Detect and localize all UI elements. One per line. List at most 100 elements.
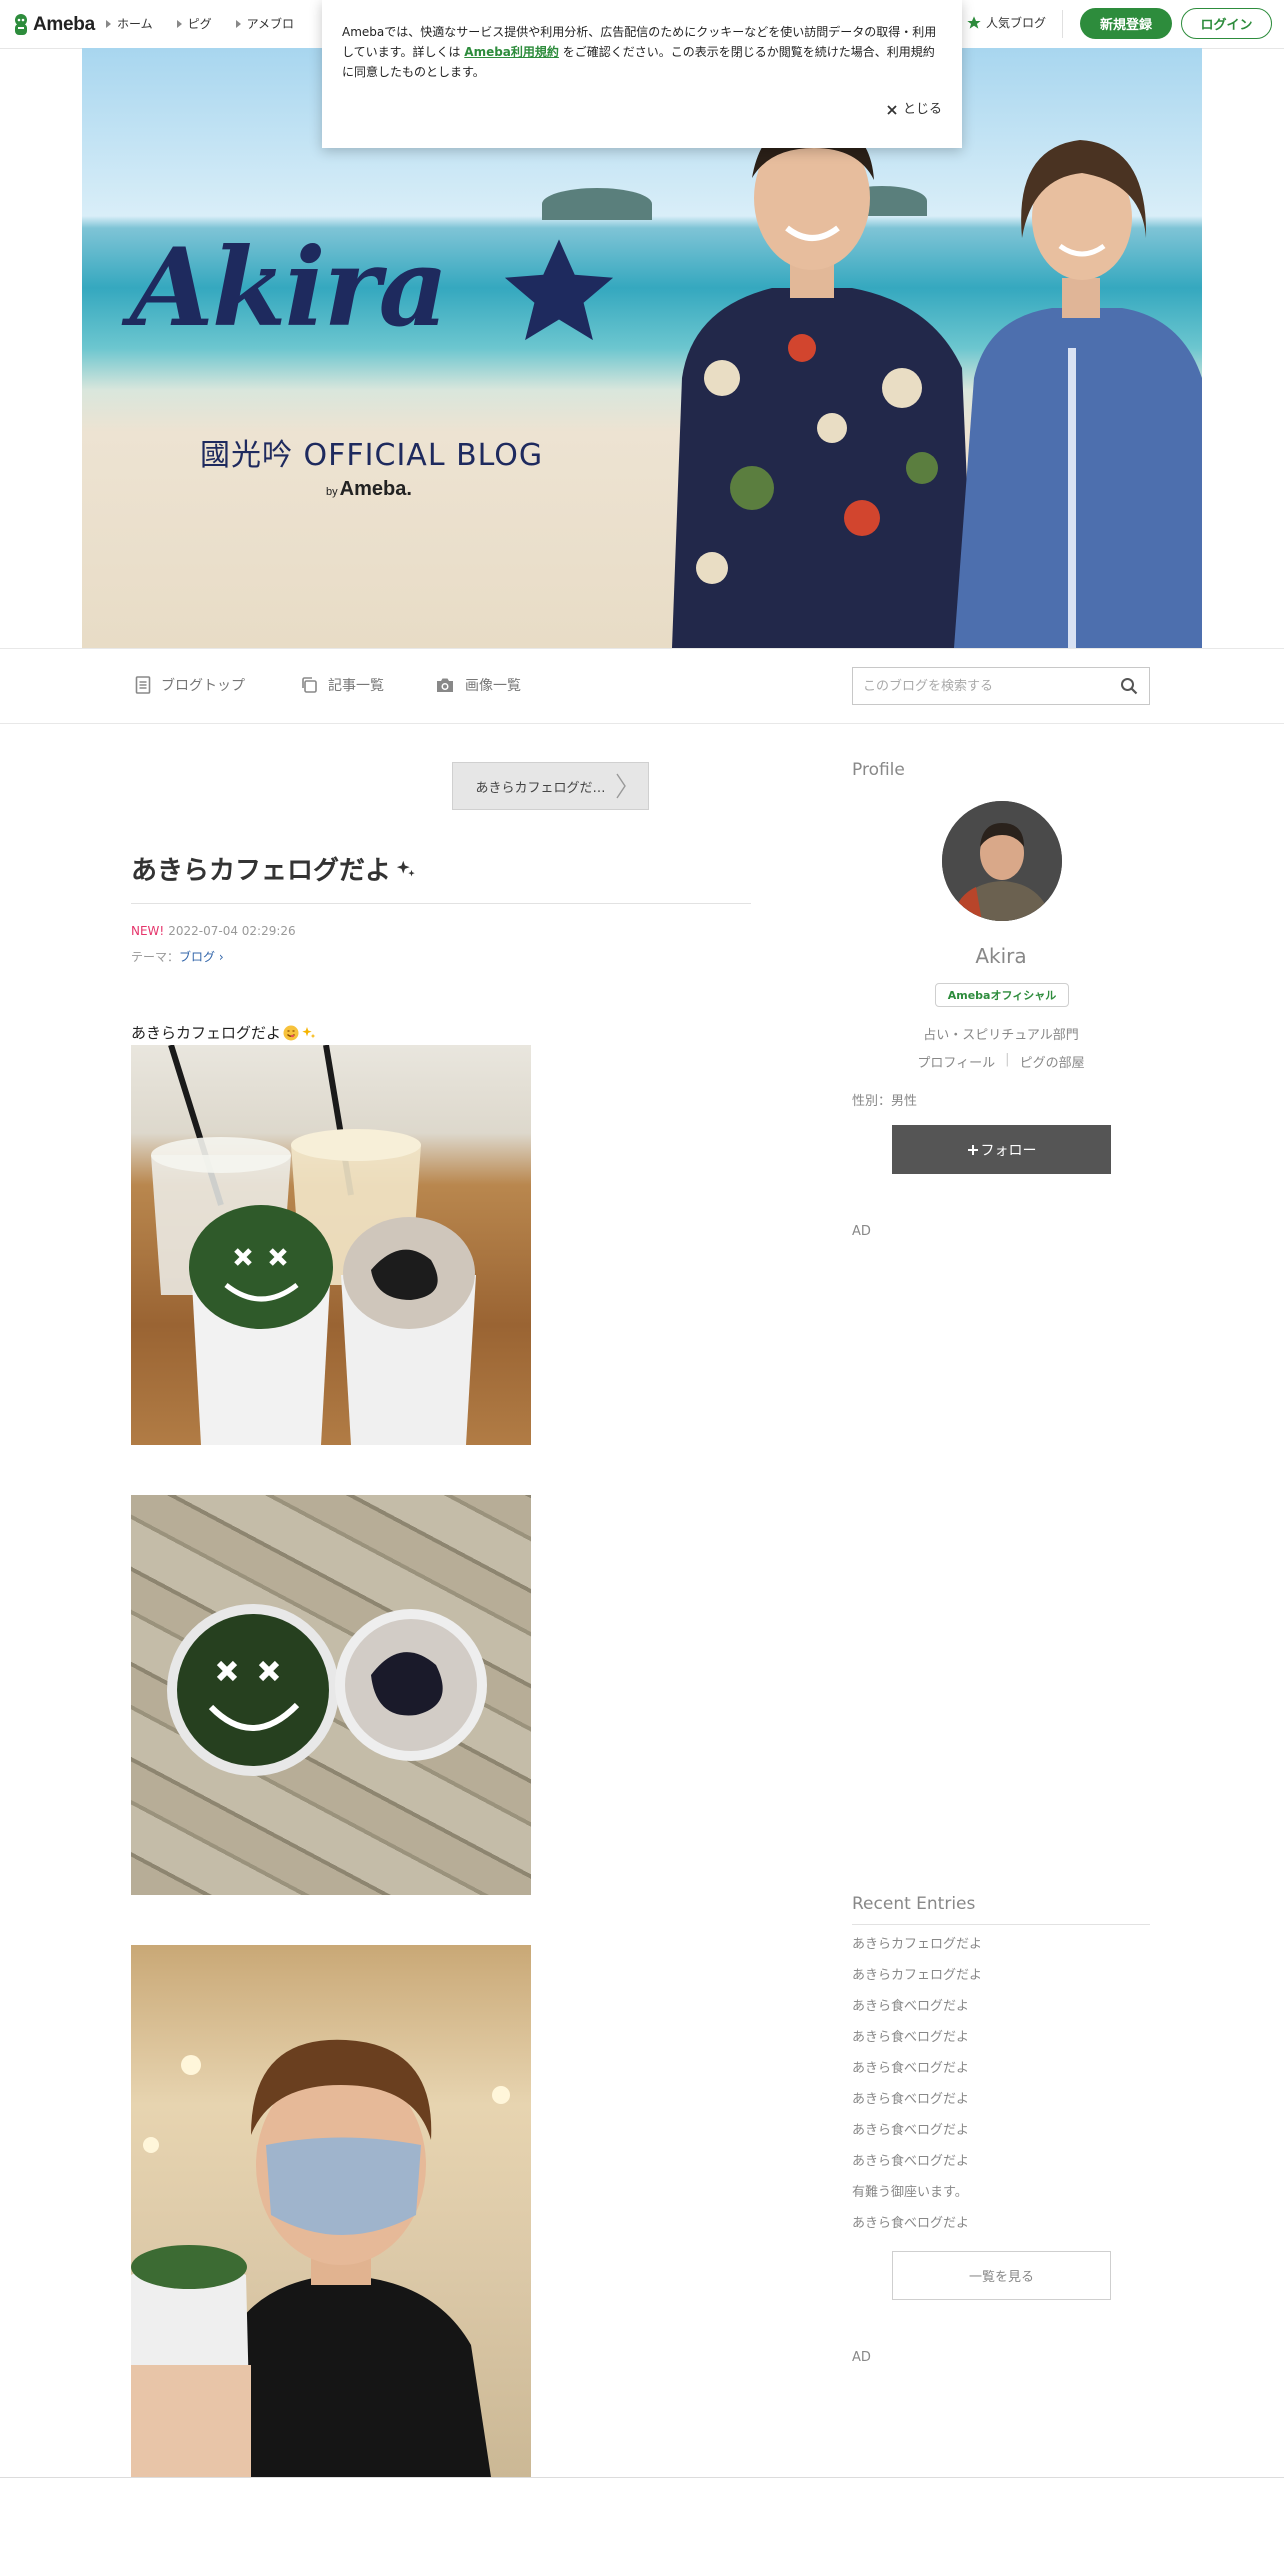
list-item[interactable]: あきら食べログだよ xyxy=(852,2121,982,2152)
previous-entry-button[interactable]: あきらカフェログだ… xyxy=(452,762,649,810)
nav-entry-list-label: 記事一覧 xyxy=(328,678,384,694)
list-item[interactable]: あきらカフェログだよ xyxy=(852,1966,982,1997)
article-title-text: あきらカフェログだよ xyxy=(131,856,392,886)
cookie-close-button[interactable]: とじる xyxy=(887,100,942,120)
recent-entries-list: あきらカフェログだよ あきらカフェログだよ あきら食べログだよ あきら食べログだ… xyxy=(852,1935,982,2245)
recent-entry-title: あきらカフェログだよ xyxy=(852,1937,983,1952)
profile-name: Akira xyxy=(975,944,1027,968)
cookie-close-label: とじる xyxy=(902,102,942,117)
ameba-logo[interactable]: Ameba xyxy=(12,12,95,38)
list-item[interactable]: あきら食べログだよ xyxy=(852,2214,982,2245)
yummy-face-emoji-icon xyxy=(283,1025,299,1040)
nav-image-list[interactable]: 画像一覧 xyxy=(435,675,521,695)
recent-entry-title: あきら食べログだよ xyxy=(852,2123,970,2138)
follow-label: フォロー xyxy=(980,1142,1037,1159)
nav-ameblo[interactable]: アメブロ xyxy=(235,15,294,32)
header-divider xyxy=(1062,10,1063,38)
copy-icon xyxy=(302,677,317,693)
article-meta: NEW! 2022-07-04 02:29:26 xyxy=(131,924,296,938)
article-photo-2[interactable] xyxy=(131,1495,531,1895)
nav-home[interactable]: ホーム xyxy=(106,15,153,32)
nav-image-list-label: 画像一覧 xyxy=(465,678,521,694)
article-body-text: あきらカフェログだよ xyxy=(131,1022,317,1043)
sparkles-emoji-icon xyxy=(302,1026,316,1038)
banner-logo: Akira 國光吟 OFFICIAL BLOG by Ameba. xyxy=(130,228,614,500)
list-item[interactable]: あきら食べログだよ xyxy=(852,2028,982,2059)
nav-pigg-label: ピグ xyxy=(187,17,212,31)
cups-photo-illustration xyxy=(151,1045,476,1445)
register-button[interactable]: 新規登録 xyxy=(1080,8,1172,39)
profile-gender: 性別：男性 xyxy=(852,1094,918,1109)
list-item[interactable]: あきら食べログだよ xyxy=(852,2152,982,2183)
recent-entry-title: あきら食べログだよ xyxy=(852,1999,970,2014)
profile-links: プロフィール | ピグの部屋 xyxy=(852,1052,1150,1071)
star-icon xyxy=(504,239,614,341)
search-button[interactable] xyxy=(1109,668,1149,704)
view-all-entries-button[interactable]: 一覧を見る xyxy=(892,2251,1111,2300)
article-photo-3[interactable] xyxy=(131,1945,531,2477)
previous-entry-label: あきらカフェログだ… xyxy=(475,780,606,796)
profile-link[interactable]: プロフィール xyxy=(917,1052,995,1071)
recent-entry-title: あきら食べログだよ xyxy=(852,2216,970,2231)
recent-entry-title: あきら食べログだよ xyxy=(852,2061,970,2076)
official-badge: Amebaオフィシャル xyxy=(935,983,1069,1007)
terms-link[interactable]: Ameba利用規約 xyxy=(464,45,559,59)
close-icon xyxy=(887,105,897,115)
blog-nav-bar: ブログトップ 記事一覧 画像一覧 xyxy=(0,648,1284,724)
search-icon xyxy=(1121,678,1138,695)
login-button[interactable]: ログイン xyxy=(1181,8,1272,39)
nav-blog-top-label: ブログトップ xyxy=(161,678,245,694)
follow-button[interactable]: フォロー xyxy=(892,1125,1111,1174)
list-item[interactable]: あきら食べログだよ xyxy=(852,2059,982,2090)
recent-entry-title: 有難う御座います。 xyxy=(852,2185,968,2200)
star-icon xyxy=(967,15,981,29)
cookie-message: Amebaでは、快適なサービス提供や利用分析、広告配信のためにクッキーなどを使い… xyxy=(342,22,942,82)
article-photo-1[interactable] xyxy=(131,1045,531,1445)
article-title: あきらカフェログだよ xyxy=(131,850,417,887)
profile-category-link[interactable]: 占い・スピリチュアル部門 xyxy=(852,1024,1150,1043)
caret-right-icon xyxy=(235,19,241,28)
recent-entry-title: あきら食べログだよ xyxy=(852,2092,970,2107)
list-item[interactable]: 有難う御座います。 xyxy=(852,2183,982,2214)
nav-blog-top[interactable]: ブログトップ xyxy=(135,675,245,695)
footer-divider xyxy=(0,2477,1284,2478)
banner-by-ameba: by Ameba. xyxy=(326,478,412,501)
caret-right-icon xyxy=(176,19,182,28)
popular-blog-label: 人気ブログ xyxy=(986,16,1047,30)
recent-entries-heading: Recent Entries xyxy=(852,1894,976,1914)
list-item[interactable]: あきら食べログだよ xyxy=(852,2090,982,2121)
ameba-mascot-icon xyxy=(15,14,27,35)
article-date: 2022-07-04 02:29:26 xyxy=(168,924,296,938)
blog-search-input[interactable] xyxy=(853,669,1109,703)
nav-entry-list[interactable]: 記事一覧 xyxy=(300,675,384,695)
avatar-image xyxy=(942,801,1062,921)
pig-room-link[interactable]: ピグの部屋 xyxy=(1020,1052,1085,1071)
camera-icon xyxy=(437,678,453,692)
recent-entry-title: あきらカフェログだよ xyxy=(852,1968,983,1983)
global-nav: ホーム ピグ アメブロ xyxy=(106,15,294,32)
cookie-consent-banner: Amebaでは、快適なサービス提供や利用分析、広告配信のためにクッキーなどを使い… xyxy=(322,0,962,148)
document-icon xyxy=(135,676,151,694)
banner-subtitle: 國光吟 OFFICIAL BLOG xyxy=(200,438,544,473)
cups-topview-illustration xyxy=(167,1604,487,1776)
theme-link-label: ブログ xyxy=(179,950,216,964)
popular-blog-link[interactable]: 人気ブログ xyxy=(966,14,1046,31)
profile-avatar[interactable] xyxy=(942,801,1062,921)
profile-heading: Profile xyxy=(852,760,905,780)
recent-entries-divider xyxy=(852,1924,1150,1925)
banner-by-small: by xyxy=(326,486,338,498)
title-divider xyxy=(131,903,751,904)
new-badge: NEW! xyxy=(131,924,165,938)
recent-entry-title: あきら食べログだよ xyxy=(852,2030,970,2045)
recent-entry-title: あきら食べログだよ xyxy=(852,2154,970,2169)
nav-pigg[interactable]: ピグ xyxy=(176,15,212,32)
theme-prefix: テーマ： xyxy=(131,950,180,964)
list-item[interactable]: あきら食べログだよ xyxy=(852,1997,982,2028)
plus-icon xyxy=(967,1144,978,1155)
article-theme: テーマ：ブログ › xyxy=(131,948,224,965)
theme-link[interactable]: ブログ › xyxy=(179,950,224,964)
list-item[interactable]: あきらカフェログだよ xyxy=(852,1935,982,1966)
nav-home-label: ホーム xyxy=(117,17,153,31)
sparkles-icon xyxy=(396,860,415,876)
banner-by-brand: Ameba. xyxy=(339,478,412,500)
